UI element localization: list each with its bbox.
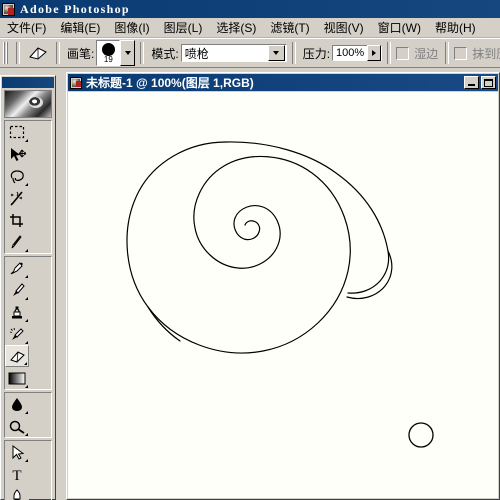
tool-more-triangle-icon — [22, 275, 28, 278]
wet-edges-label: 湿边 — [414, 46, 439, 61]
tool-group-selection — [4, 120, 52, 254]
magic-wand-tool[interactable] — [5, 187, 29, 209]
shell-lip-path — [346, 250, 393, 300]
paintbrush-tool[interactable] — [5, 279, 29, 301]
document-window: 未标题-1 @ 100%(图层 1,RGB) — [66, 72, 500, 500]
crop-tool[interactable] — [5, 209, 29, 231]
brush-cursor-circle — [408, 422, 434, 448]
menu-item-filter[interactable]: 滤镜(T) — [263, 17, 316, 38]
tool-group-retouch — [4, 392, 52, 438]
tool-more-triangle-icon — [22, 139, 28, 142]
path-selection-tool[interactable] — [5, 441, 29, 463]
mode-label: 模式: — [151, 46, 179, 61]
document-title-bar[interactable]: 未标题-1 @ 100%(图层 1,RGB) — [68, 74, 498, 91]
maximize-button[interactable] — [481, 76, 496, 89]
app-title: Adobe Photoshop — [20, 1, 130, 16]
maximize-icon — [484, 79, 493, 87]
pen-tool[interactable] — [5, 485, 29, 500]
menu-item-window[interactable]: 窗口(W) — [371, 17, 428, 38]
spiral-inner-path — [126, 141, 351, 354]
brush-label: 画笔: — [67, 46, 95, 61]
tool-more-triangle-icon — [22, 459, 28, 462]
brush-dot-icon — [101, 42, 115, 56]
shell-outer-arc — [225, 141, 390, 294]
lasso-tool[interactable] — [5, 165, 29, 187]
move-tool[interactable] — [5, 143, 29, 165]
active-tool-icon — [25, 41, 51, 65]
photoshop-window: Adobe Photoshop 文件(F) 编辑(E) 图像(I) 图层(L) … — [0, 0, 500, 500]
options-divider-3 — [140, 42, 145, 64]
menu-item-view[interactable]: 视图(V) — [317, 17, 371, 38]
pressure-stepper[interactable]: 100% — [332, 45, 383, 61]
svg-text:T: T — [12, 468, 21, 482]
type-tool[interactable]: T — [5, 463, 29, 485]
pressure-value: 100% — [336, 47, 365, 59]
options-divider-6 — [445, 42, 450, 64]
erase-to-history-label: 抹到历 — [472, 46, 500, 61]
options-divider-2 — [56, 42, 60, 64]
options-divider-1 — [16, 42, 20, 64]
document-title: 未标题-1 @ 100%(图层 1,RGB) — [86, 76, 254, 90]
tool-more-triangle-icon — [22, 319, 28, 322]
brush-preview[interactable]: 19 — [96, 40, 121, 66]
options-bar-grip[interactable] — [3, 42, 8, 64]
dodge-tool[interactable] — [5, 415, 29, 437]
gradient-tool[interactable] — [5, 367, 29, 389]
minimize-button[interactable] — [464, 76, 479, 89]
tool-group-painting — [4, 256, 52, 390]
artwork-svg — [126, 141, 434, 448]
toolbox-title-bar[interactable] — [2, 77, 54, 88]
spiral-shell-drawing — [126, 141, 393, 354]
chevron-right-icon — [372, 50, 377, 56]
menu-item-layer[interactable]: 图层(L) — [157, 17, 210, 38]
tool-more-triangle-icon — [21, 362, 27, 365]
blur-tool[interactable] — [5, 393, 29, 415]
document-icon — [70, 76, 82, 89]
marquee-tool[interactable] — [5, 121, 29, 143]
mode-select[interactable]: 喷枪 — [180, 44, 287, 62]
toolbox-logo — [4, 90, 52, 118]
menu-item-edit[interactable]: 编辑(E) — [53, 17, 107, 38]
stamp-tool[interactable] — [5, 301, 29, 323]
tool-more-triangle-icon — [22, 341, 28, 344]
eraser-tool[interactable] — [5, 345, 29, 367]
options-divider-4 — [291, 42, 296, 64]
toolbox-palette: T — [0, 75, 56, 500]
canvas-area[interactable] — [68, 92, 498, 498]
tool-more-triangle-icon — [22, 297, 28, 300]
airbrush-tool[interactable] — [5, 257, 29, 279]
menu-bar: 文件(F) 编辑(E) 图像(I) 图层(L) 选择(S) 滤镜(T) 视图(V… — [0, 18, 500, 38]
options-divider-5 — [387, 42, 392, 64]
history-brush-tool[interactable] — [5, 323, 29, 345]
tool-more-triangle-icon — [22, 411, 28, 414]
erase-to-history-checkbox[interactable] — [454, 46, 468, 60]
mode-dropdown-button[interactable] — [267, 45, 285, 61]
tool-more-triangle-icon — [22, 433, 28, 436]
brush-dropdown-button[interactable] — [120, 40, 136, 66]
tool-group-vector: T — [4, 440, 52, 500]
menu-item-select[interactable]: 选择(S) — [209, 17, 263, 38]
pressure-label: 压力: — [302, 46, 331, 61]
photoshop-icon — [2, 2, 15, 16]
mode-value: 喷枪 — [184, 46, 209, 61]
menu-item-help[interactable]: 帮助(H) — [428, 17, 483, 38]
tool-options-bar: 画笔: 19 模式: 喷枪 压力: 100% 湿边 抹到 — [0, 38, 500, 68]
minimize-icon — [468, 84, 475, 86]
pressure-slider-button[interactable] — [367, 45, 382, 61]
menu-item-image[interactable]: 图像(I) — [107, 17, 156, 38]
slice-tool[interactable] — [5, 231, 29, 253]
app-title-bar: Adobe Photoshop — [0, 0, 500, 18]
window-controls — [464, 76, 496, 89]
tool-more-triangle-icon — [22, 183, 28, 186]
menu-item-file[interactable]: 文件(F) — [0, 17, 53, 38]
wet-edges-checkbox[interactable] — [396, 46, 410, 60]
chevron-down-icon — [124, 51, 131, 55]
tool-more-triangle-icon — [22, 385, 28, 388]
brush-size-value: 19 — [103, 54, 113, 64]
chevron-down-icon — [273, 51, 280, 55]
tool-more-triangle-icon — [22, 249, 28, 252]
